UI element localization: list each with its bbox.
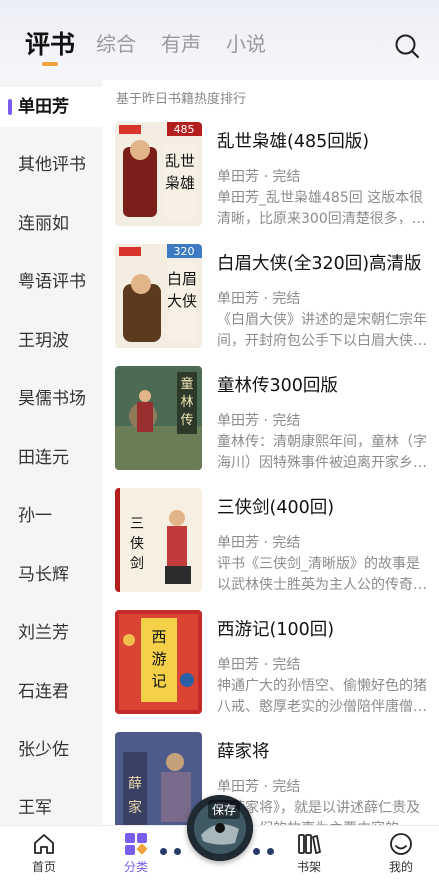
svg-text:家: 家: [128, 799, 142, 816]
sidebar-item-shantianfang[interactable]: 单田芳: [0, 87, 102, 127]
sidebar-item-label: 刘兰芳: [18, 623, 69, 643]
sidebar-item-label: 粤语评书: [18, 272, 86, 292]
cover-badge: 320: [174, 245, 195, 258]
book-description: 《白眉大侠》讲述的是宋朝仁宗年间，开封府包公手下以白眉大侠徐良为首的故事: [217, 312, 427, 349]
sidebar-item-label: 单田芳: [18, 97, 69, 117]
search-icon[interactable]: [393, 32, 421, 60]
sidebar-item-sunyi[interactable]: 孙一: [0, 496, 102, 536]
nav-bookshelf[interactable]: 书架: [279, 832, 339, 875]
category-sidebar: 单田芳 其他评书 连丽如 粤语评书 王玥波 昊儒书场 田连元 孙一 马长辉 刘兰…: [0, 80, 102, 825]
home-icon: [34, 834, 54, 854]
book-title: 薛家将: [217, 742, 270, 762]
sidebar-item-liulanfang[interactable]: 刘兰芳: [0, 613, 102, 653]
book-title: 乱世枭雄(485回版): [217, 132, 370, 152]
book-meta: 单田芳 · 完结: [217, 413, 301, 429]
svg-text:记: 记: [151, 672, 166, 690]
cover-badge: 485: [174, 123, 195, 136]
sidebar-item-wangyuebo[interactable]: 王玥波: [0, 321, 102, 361]
svg-text:薛: 薛: [128, 776, 142, 792]
active-tab-indicator: [42, 62, 58, 66]
svg-text:童: 童: [180, 376, 193, 392]
sidebar-item-label: 孙一: [18, 506, 52, 526]
svg-text:林: 林: [180, 395, 193, 410]
book-cover: 薛 家: [115, 732, 202, 825]
svg-text:侠: 侠: [130, 536, 144, 552]
book-description: 神通广大的孙悟空、偷懒好色的猪八戒、憨厚老实的沙僧陪伴唐僧取经: [217, 678, 427, 715]
svg-text:枭雄: 枭雄: [165, 174, 195, 192]
nav-home[interactable]: 首页: [14, 832, 74, 875]
svg-text:白眉: 白眉: [167, 270, 197, 288]
sidebar-item-label: 张少佐: [18, 740, 69, 760]
sidebar-item-label: 昊儒书场: [18, 389, 86, 409]
player-dots-right: [253, 840, 283, 855]
svg-text:剑: 剑: [130, 556, 144, 572]
profile-icon: [390, 833, 412, 855]
svg-text:大侠: 大侠: [167, 292, 197, 310]
sidebar-item-machanghui[interactable]: 马长辉: [0, 555, 102, 595]
book-description: 单田芳_乱世枭雄485回 这版本很清晰，比原来300回清楚很多，建议收听: [217, 190, 426, 227]
book-cover: 童 林 传: [115, 366, 202, 470]
sidebar-item-shilianjun[interactable]: 石连君: [0, 672, 102, 712]
sidebar-item-zhangshaozuo[interactable]: 张少佐: [0, 730, 102, 770]
book-description: 童林传：清朝康熙年间，童林（字海川）因特殊事件被迫离开家乡的故事: [217, 434, 427, 471]
nav-category[interactable]: 分类: [106, 832, 166, 875]
sidebar-item-label: 连丽如: [18, 214, 69, 234]
sidebar-item-haoru[interactable]: 昊儒书场: [0, 379, 102, 419]
book-item[interactable]: 485 乱世 枭雄 乱世枭雄(485回版) 单田芳 · 完结 单田芳_乱世枭雄4…: [102, 122, 439, 240]
book-meta: 单田芳 · 完结: [217, 291, 301, 307]
tab-xiaoshuo[interactable]: 小说: [226, 28, 266, 57]
nav-label: 分类: [123, 860, 148, 874]
sidebar-item-label: 王军: [18, 798, 52, 818]
book-meta: 单田芳 · 完结: [217, 535, 301, 551]
book-title: 童林传300回版: [217, 376, 338, 396]
bookshelf-icon: [298, 834, 321, 854]
sidebar-item-tianlianyuan[interactable]: 田连元: [0, 438, 102, 478]
sidebar-item-label: 马长辉: [18, 565, 69, 585]
book-cover: 320 白眉 大侠: [115, 244, 202, 348]
svg-text:传: 传: [180, 413, 193, 428]
book-meta: 单田芳 · 完结: [217, 169, 301, 185]
tab-yousheng[interactable]: 有声: [161, 28, 201, 57]
book-item[interactable]: 西 游 记 西游记(100回) 单田芳 · 完结 神通广大的孙悟空、偷懒好色的猪…: [102, 610, 439, 728]
svg-text:西: 西: [151, 628, 166, 646]
sidebar-item-lianliru[interactable]: 连丽如: [0, 204, 102, 244]
book-list: 基于昨日书籍热度排行 485 乱世 枭雄 乱世枭雄(485回版) 单田芳 · 完…: [102, 80, 439, 825]
book-description: 评书《三侠剑_清晰版》的故事是以武林侠士胜英为主人公的传奇故事: [217, 556, 427, 593]
tab-pingshu[interactable]: 评书: [25, 25, 75, 61]
book-cover: 三 侠 剑: [115, 488, 202, 592]
svg-text:三: 三: [130, 516, 144, 532]
nav-profile[interactable]: 我的: [371, 832, 431, 875]
category-icon: [125, 833, 148, 855]
nav-label: 首页: [31, 860, 56, 874]
svg-text:游: 游: [151, 650, 166, 668]
sidebar-item-other[interactable]: 其他评书: [0, 145, 102, 185]
top-bar: 评书 综合 有声 小说: [0, 0, 439, 80]
player-dots-left: [160, 840, 188, 855]
sidebar-item-wangjun[interactable]: 王军: [0, 788, 102, 825]
sidebar-item-label: 田连元: [18, 448, 69, 468]
sidebar-item-label: 石连君: [18, 682, 69, 702]
book-title: 西游记(100回): [217, 620, 335, 640]
book-item[interactable]: 320 白眉 大侠 白眉大侠(全320回)高清版 单田芳 · 完结 《白眉大侠》…: [102, 244, 439, 362]
ranking-note: 基于昨日书籍热度排行: [116, 92, 247, 107]
nav-label: 我的: [388, 860, 413, 874]
sidebar-item-cantonese[interactable]: 粤语评书: [0, 262, 102, 302]
book-item[interactable]: 薛 家 薛家将 单田芳 · 完结 《薛家将》，就是以讲述薛仁贵及其后人们的故事为…: [102, 732, 439, 825]
book-item[interactable]: 三 侠 剑 三侠剑(400回) 单田芳 · 完结 评书《三侠剑_清晰版》的故事是…: [102, 488, 439, 606]
book-title: 白眉大侠(全320回)高清版: [217, 254, 422, 274]
svg-text:乱世: 乱世: [165, 152, 195, 170]
sidebar-item-label: 其他评书: [18, 155, 86, 175]
book-cover: 485 乱世 枭雄: [115, 122, 202, 226]
book-item[interactable]: 童 林 传 童林传300回版 单田芳 · 完结 童林传：清朝康熙年间，童林（字海…: [102, 366, 439, 484]
sidebar-item-label: 王玥波: [18, 331, 69, 351]
player-tag: 保存: [208, 800, 241, 819]
book-cover: 西 游 记: [115, 610, 202, 714]
book-meta: 单田芳 · 完结: [217, 779, 301, 795]
tab-zonghe[interactable]: 综合: [96, 28, 136, 57]
book-meta: 单田芳 · 完结: [217, 657, 301, 673]
active-category-marker: [8, 99, 12, 115]
book-title: 三侠剑(400回): [217, 498, 335, 518]
nav-label: 书架: [296, 860, 321, 874]
